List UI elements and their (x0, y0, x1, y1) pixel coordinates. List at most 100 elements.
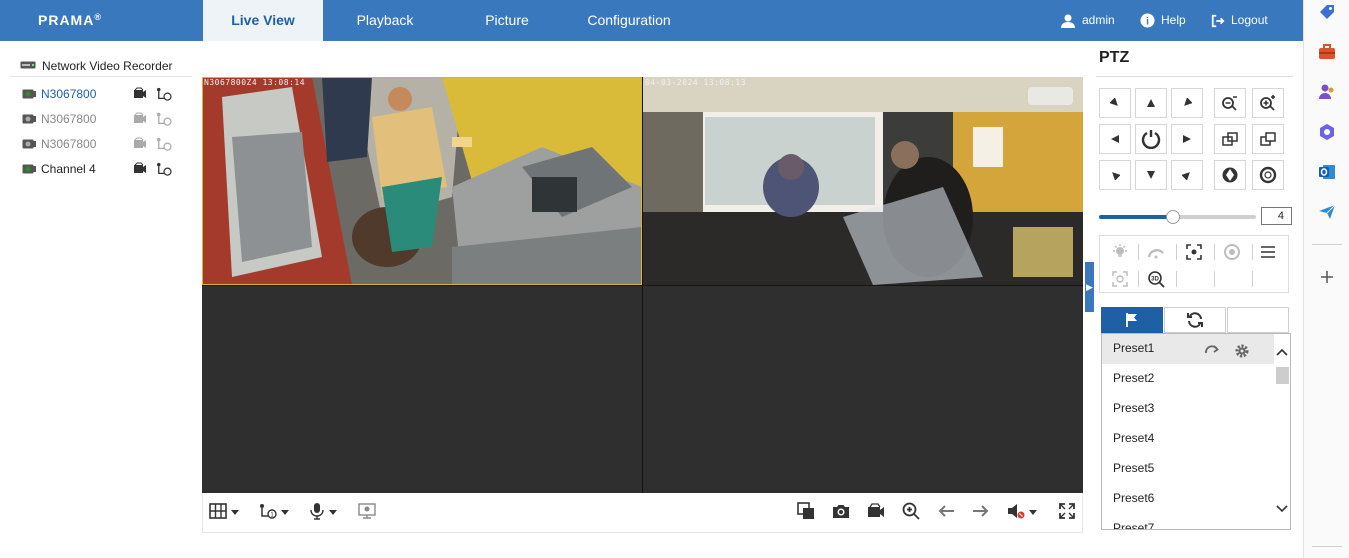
video-tile-4[interactable] (643, 286, 1083, 493)
channel-item[interactable]: N3067800 (22, 109, 182, 129)
top-nav-bar: PRAMA® Live View Playback Picture Config… (0, 0, 1303, 41)
outlook-icon[interactable] (1317, 162, 1337, 182)
record-icon[interactable] (133, 137, 147, 151)
tab-pattern[interactable] (1227, 307, 1289, 333)
chevron-down-icon (329, 509, 337, 515)
audio-mute-icon (1007, 503, 1025, 522)
stream-type-button[interactable]: 1 (259, 503, 289, 521)
focus-near-button[interactable] (1214, 124, 1246, 154)
ptz-speed-value[interactable]: 4 (1261, 207, 1292, 225)
layout-button[interactable] (209, 502, 239, 521)
people-icon[interactable] (1317, 82, 1337, 102)
record-all-button[interactable] (867, 502, 885, 521)
iris-close-button[interactable] (1252, 160, 1284, 190)
strip-divider (1312, 244, 1342, 245)
tab-playback[interactable]: Playback (323, 0, 447, 41)
channel-item[interactable]: N3067800 (22, 84, 182, 104)
scroll-down-icon[interactable] (1276, 505, 1288, 513)
preset-item[interactable]: Preset2 (1102, 364, 1274, 394)
tag-icon[interactable] (1317, 2, 1337, 22)
copilot-icon[interactable] (1317, 122, 1337, 142)
ptz-auto-pan-button[interactable] (1135, 124, 1167, 154)
capture-button[interactable] (832, 503, 850, 521)
more-menu-button[interactable] (1250, 240, 1286, 264)
ptz-up-left-button[interactable] (1099, 88, 1131, 118)
toolbox-icon[interactable] (1317, 42, 1337, 62)
logout-link[interactable]: Logout (1211, 0, 1268, 41)
manual-track-button[interactable] (1102, 267, 1138, 291)
iris-open-button[interactable] (1214, 160, 1246, 190)
arrow-down-icon (1147, 171, 1155, 179)
preset-item[interactable]: Preset5 (1102, 454, 1274, 484)
ptz-down-right-button[interactable] (1171, 160, 1203, 190)
preset-label: Preset5 (1113, 461, 1155, 475)
ptz-down-button[interactable] (1135, 160, 1167, 190)
3d-positioning-button[interactable]: 3D (1138, 267, 1174, 291)
preset-list-scroll-thumb[interactable] (1276, 367, 1289, 384)
zero-channel-button[interactable] (358, 502, 376, 521)
record-icon[interactable] (133, 112, 147, 126)
light-button[interactable] (1102, 240, 1138, 264)
auxiliary-focus-button[interactable] (1176, 240, 1212, 264)
user-menu[interactable]: admin (1060, 0, 1115, 41)
tab-preset[interactable] (1101, 307, 1163, 333)
help-link[interactable]: i Help (1140, 0, 1186, 41)
chevron-down-icon (281, 509, 289, 515)
video-tile-1[interactable]: N3067800Z4 13:08:14 (202, 77, 642, 285)
stream-type-icon[interactable] (156, 162, 172, 176)
ptz-up-button[interactable] (1135, 88, 1167, 118)
record-icon[interactable] (133, 162, 147, 176)
auto-pan-icon (1141, 130, 1161, 149)
add-icon[interactable] (1317, 267, 1337, 287)
ptz-speed-slider[interactable] (1099, 210, 1256, 224)
ptz-left-button[interactable] (1099, 124, 1131, 154)
device-tree-root[interactable]: Network Video Recorder (10, 55, 192, 77)
wiper-button[interactable] (1138, 240, 1174, 264)
logout-label: Logout (1231, 13, 1268, 27)
preset-item[interactable]: Preset7 (1102, 514, 1274, 529)
lens-init-button[interactable] (1214, 240, 1250, 264)
focus-far-button[interactable] (1252, 124, 1284, 154)
channel-name: N3067800 (41, 112, 97, 126)
stream-type-icon[interactable] (156, 137, 172, 151)
record-icon[interactable] (133, 87, 147, 101)
preset-item[interactable]: Preset1 (1102, 334, 1274, 364)
preset-list-scrollbar[interactable] (1274, 334, 1290, 529)
fullscreen-button[interactable] (1059, 502, 1075, 521)
ptz-up-right-button[interactable] (1171, 88, 1203, 118)
preset-label: Preset4 (1113, 431, 1155, 445)
call-preset-icon[interactable] (1204, 341, 1220, 357)
video-tile-3[interactable] (202, 286, 642, 493)
prev-page-button[interactable] (937, 503, 955, 521)
app-root: PRAMA® Live View Playback Picture Config… (0, 0, 1349, 558)
video-tile-2[interactable]: 04-03-2024 13:08:13 (643, 77, 1083, 285)
stream-type-icon[interactable] (156, 112, 172, 126)
channel-item[interactable]: Channel 4 (22, 159, 182, 179)
ptz-collapse-handle[interactable]: ▶ (1085, 262, 1094, 312)
stop-all-button[interactable] (797, 501, 815, 523)
ptz-speed-slider-knob[interactable] (1166, 210, 1180, 224)
zoom-in-button[interactable] (1252, 88, 1284, 118)
send-icon[interactable] (1317, 202, 1337, 222)
tab-patrol[interactable] (1164, 307, 1226, 333)
stream-type-icon[interactable] (156, 87, 172, 101)
ptz-right-button[interactable] (1171, 124, 1203, 154)
preset-item[interactable]: Preset3 (1102, 394, 1274, 424)
tab-configuration[interactable]: Configuration (567, 0, 691, 41)
ptz-down-left-button[interactable] (1099, 160, 1131, 190)
zoom-out-button[interactable] (1214, 88, 1246, 118)
tab-picture[interactable]: Picture (447, 0, 567, 41)
capture-icon (832, 503, 850, 522)
channel-item[interactable]: N3067800 (22, 134, 182, 154)
preset-item[interactable]: Preset4 (1102, 424, 1274, 454)
tab-live-view[interactable]: Live View (203, 0, 323, 41)
digital-zoom-button[interactable] (902, 502, 920, 521)
set-preset-gear-icon[interactable] (1234, 341, 1250, 358)
next-page-button[interactable] (972, 503, 990, 521)
audio-button[interactable] (1007, 503, 1037, 521)
stop-all-icon (797, 501, 815, 523)
preset-item[interactable]: Preset6 (1102, 484, 1274, 514)
scroll-up-icon[interactable] (1276, 348, 1288, 356)
manual-track-icon (1112, 271, 1128, 287)
microphone-button[interactable] (309, 502, 337, 521)
